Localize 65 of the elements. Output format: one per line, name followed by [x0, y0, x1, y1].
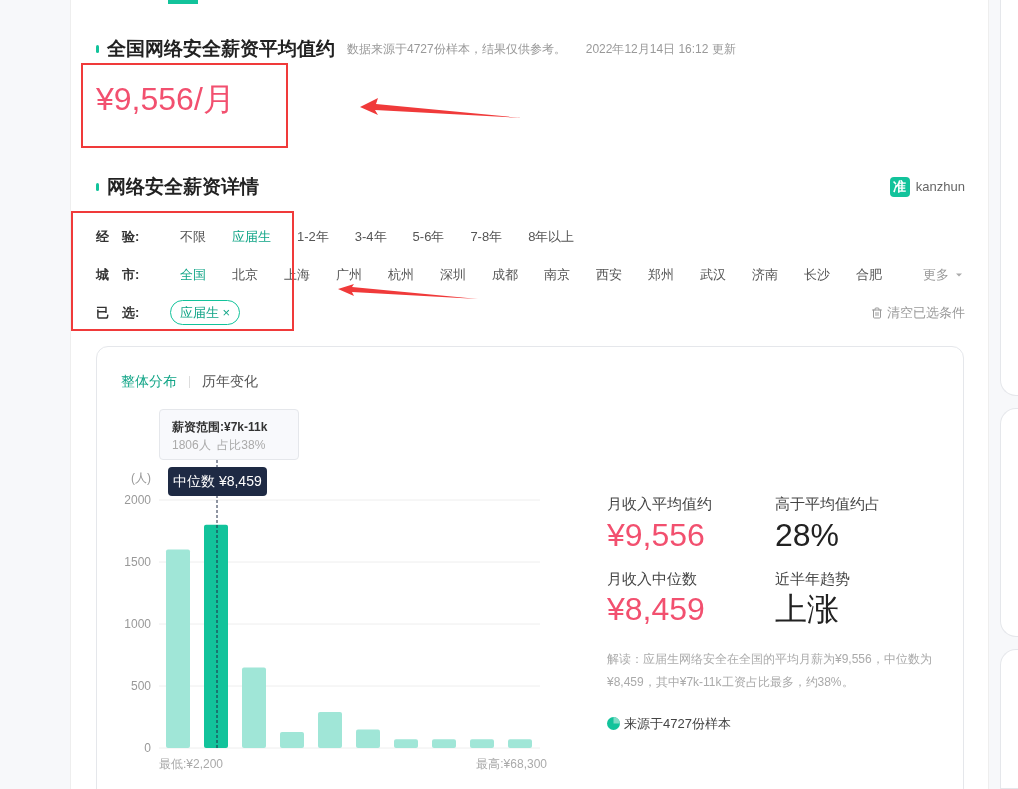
bar[interactable] — [394, 739, 418, 748]
section-title: 网络安全薪资详情 — [107, 174, 259, 199]
bar[interactable] — [242, 667, 266, 748]
update-time: 2022年12月14日 16:12 更新 — [585, 41, 736, 59]
tab-indicator — [168, 0, 198, 4]
filter-label: 已 选: — [96, 303, 141, 322]
bar[interactable] — [470, 739, 494, 748]
bar[interactable] — [318, 712, 342, 748]
filter-option[interactable]: 广州 — [336, 264, 362, 285]
filter-option[interactable]: 郑州 — [648, 264, 674, 285]
stat-value: ¥9,556 — [607, 515, 706, 554]
bar[interactable] — [508, 739, 532, 748]
stat-value: 上涨 — [775, 590, 840, 628]
average-salary: ¥9,556/月 — [96, 79, 235, 119]
bar[interactable] — [432, 739, 456, 748]
filter-option[interactable]: 武汉 — [700, 264, 726, 285]
trash-icon — [871, 306, 883, 319]
filter-option[interactable]: 济南 — [752, 264, 778, 285]
filter-option[interactable]: 南京 — [544, 264, 570, 285]
brand-name: kanzhun — [915, 178, 965, 196]
heading-marker — [96, 182, 99, 191]
filter-option[interactable]: 合肥 — [856, 264, 882, 285]
bar[interactable] — [204, 524, 228, 748]
filter-option[interactable]: 北京 — [232, 264, 258, 285]
stat-label: 近半年趋势 — [775, 568, 851, 589]
filter-label: 城 市: — [96, 265, 141, 284]
heading-marker — [96, 45, 99, 54]
filter-option[interactable]: 7-8年 — [470, 226, 503, 247]
y-tick-label: 0 — [144, 741, 151, 755]
y-tick-label: 500 — [130, 679, 151, 693]
interpretation-text: 解读：应届生网络安全在全国的平均月薪为¥9,556，中位数为¥8,459，其中¥7k-11k工资占比最多，约38%。 — [607, 651, 933, 691]
stat-label: 月收入平均值约 — [607, 494, 713, 514]
brand-logo: 准 — [889, 176, 910, 197]
filter-option[interactable]: 1-2年 — [297, 226, 329, 247]
y-tick-label: 1000 — [124, 617, 151, 631]
bar[interactable] — [356, 729, 380, 748]
view-tab[interactable]: 历年变化 — [202, 371, 258, 392]
filter-option[interactable]: 8年以上 — [528, 226, 575, 247]
filter-option[interactable]: 深圳 — [440, 264, 466, 285]
filter-option[interactable]: 5-6年 — [412, 226, 445, 247]
data-note: 数据来源于4727份样本，结果仅供参考。 — [347, 41, 566, 59]
sample-source: 来源于4727份样本 — [624, 715, 731, 733]
stat-label: 高于平均值约占 — [775, 494, 881, 514]
filter-option[interactable]: 不限 — [180, 226, 206, 247]
filter-option[interactable]: 西安 — [596, 264, 622, 285]
section-title: 全国网络安全薪资平均值约 — [107, 37, 335, 61]
stat-label: 月收入中位数 — [607, 568, 698, 589]
filter-label: 经 验: — [96, 227, 141, 246]
stat-value: 28% — [775, 515, 841, 554]
filter-option[interactable]: 杭州 — [388, 264, 414, 285]
tooltip-title: 薪资范围:¥7k-11k — [172, 419, 269, 436]
tooltip-detail: 1806人 占比38% — [172, 437, 267, 454]
filter-option[interactable]: 长沙 — [804, 264, 830, 285]
y-tick-label: 1500 — [124, 555, 151, 569]
max-label: 最高:¥68,300 — [476, 756, 547, 773]
bar[interactable] — [166, 549, 190, 748]
bar[interactable] — [280, 731, 304, 748]
median-label: 中位数 ¥8,459 — [168, 467, 267, 496]
pie-chart-icon — [607, 717, 620, 731]
y-axis-unit: (人) — [131, 471, 151, 485]
y-tick-label: 2000 — [124, 493, 151, 507]
stat-value: ¥8,459 — [607, 590, 706, 628]
min-label: 最低:¥2,200 — [159, 756, 224, 773]
filter-option[interactable]: 成都 — [492, 264, 518, 285]
filter-option[interactable]: 3-4年 — [354, 226, 387, 247]
